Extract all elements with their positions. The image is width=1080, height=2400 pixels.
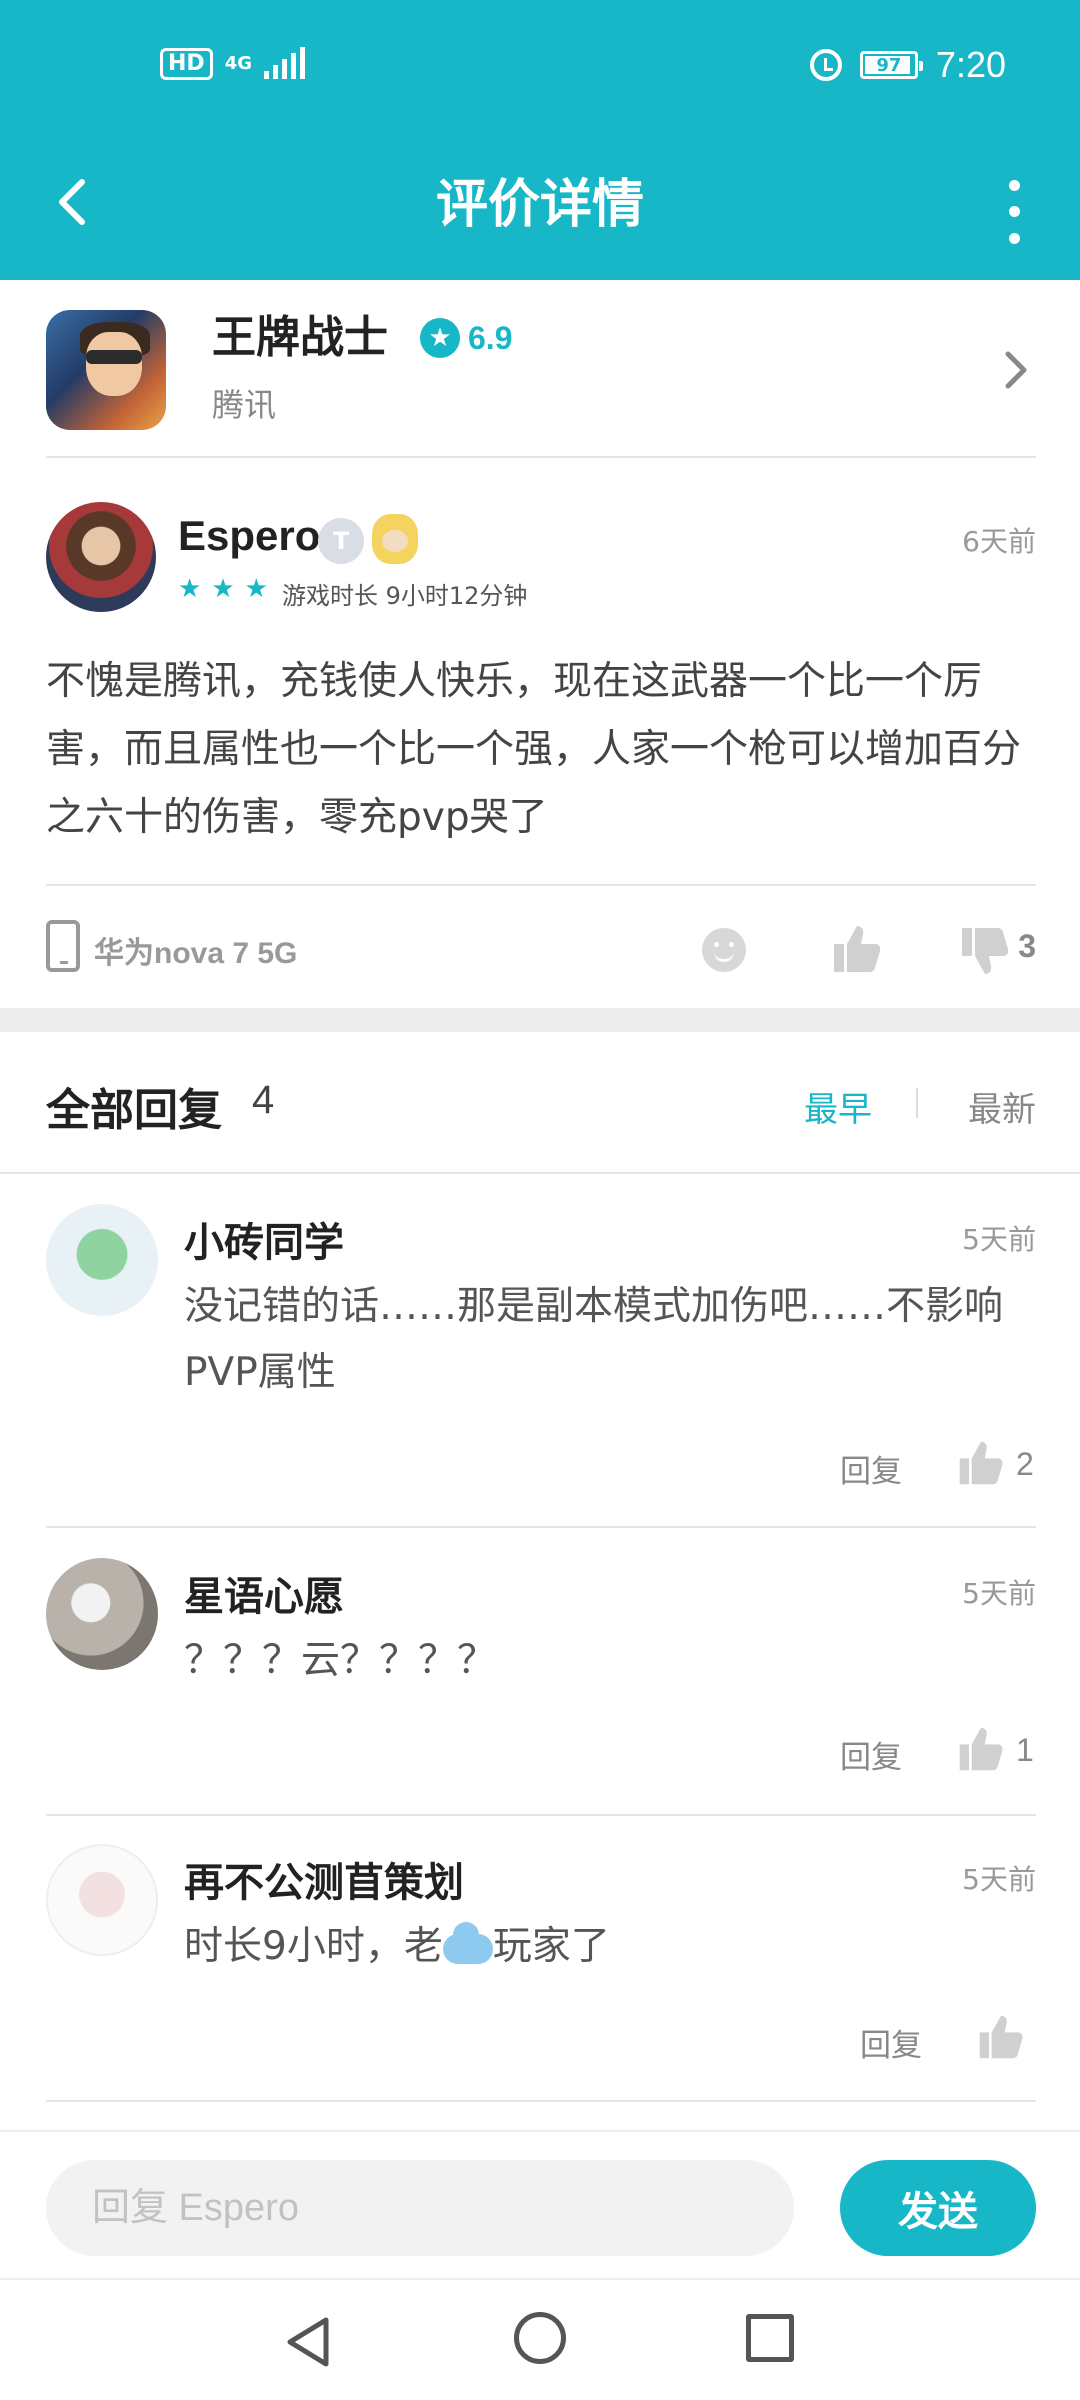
character-badge-icon <box>372 514 418 564</box>
reply-text: 没记错的话……那是副本模式加伤吧……不影响PVP属性 <box>184 1284 1004 1395</box>
device-label: 华为nova 7 5G <box>94 937 298 970</box>
reply-time: 5天前 <box>962 1863 1036 1896</box>
status-time: 7:20 <box>935 44 1006 85</box>
reply-author[interactable]: 再不公测苜策划 <box>184 1850 464 1908</box>
reply-item: 星语心愿 5天前 ？？？云？？？？ 回复 1 <box>46 1528 1036 1816</box>
nav-back-icon[interactable] <box>282 2314 338 2370</box>
hd-badge: HD <box>160 48 213 80</box>
game-card[interactable]: 王牌战士 ★ 6.9 腾讯 <box>46 280 1036 458</box>
status-left: HD 4G <box>160 47 305 80</box>
more-dot-icon <box>1008 233 1020 245</box>
network-label: 4G <box>224 53 252 74</box>
reply-avatar[interactable] <box>46 1204 158 1316</box>
star-icon: ★ <box>244 574 268 604</box>
top-bar: HD 4G 97 7:20 评价详情 <box>0 0 1080 280</box>
game-name: 王牌战士 <box>212 312 388 363</box>
dislike-count: 3 <box>1018 928 1036 964</box>
rating-stars: ★ ★ ★ <box>178 574 268 604</box>
game-publisher: 腾讯 <box>212 386 277 424</box>
divider <box>46 2100 1036 2102</box>
battery-icon: 97 <box>859 51 923 79</box>
replies-title: 全部回复 <box>46 1085 222 1136</box>
score-value: 6.9 <box>468 319 513 356</box>
alarm-icon <box>809 49 842 81</box>
page-title: 评价详情 <box>435 175 644 235</box>
reply-input-bar: 发送 <box>0 2130 1080 2278</box>
thumbs-up-icon[interactable] <box>976 2012 1026 2062</box>
emoji-reaction-button[interactable] <box>702 928 746 972</box>
reply-time: 5天前 <box>962 1223 1036 1256</box>
more-dot-icon <box>1008 206 1020 218</box>
reply-avatar[interactable] <box>46 1558 158 1670</box>
reply-author[interactable]: 小砖同学 <box>184 1210 344 1268</box>
game-icon-goggle <box>86 350 142 364</box>
reply-item: 再不公测苜策划 5天前 时长9小时，老 玩家了 回复 <box>46 1814 1036 2104</box>
playtime: 游戏时长 9小时12分钟 <box>282 582 528 610</box>
reviewer-name[interactable]: Espero <box>178 512 320 560</box>
sort-newest-tab[interactable]: 最新 <box>968 1082 1036 1131</box>
reply-text-part: 玩家了 <box>492 1924 610 1969</box>
reply-input[interactable] <box>46 2160 794 2256</box>
star-icon: ★ <box>420 318 460 358</box>
sort-earliest-tab[interactable]: 最早 <box>804 1082 872 1131</box>
reply-time: 5天前 <box>962 1577 1036 1610</box>
app-header: 评价详情 <box>0 136 1080 280</box>
reply-button[interactable]: 回复 <box>840 1446 902 1491</box>
game-icon <box>46 310 166 430</box>
thumbs-up-icon[interactable] <box>956 1438 1006 1488</box>
status-right: 97 7:20 <box>809 44 1006 86</box>
reply-avatar[interactable] <box>46 1844 158 1956</box>
star-icon: ★ <box>211 574 235 604</box>
reply-button[interactable]: 回复 <box>840 1732 902 1777</box>
reply-like-count: 1 <box>1016 1732 1034 1768</box>
battery-level: 97 <box>876 54 902 76</box>
more-options-button[interactable] <box>984 172 1044 252</box>
thumbs-up-icon[interactable] <box>956 1724 1006 1774</box>
system-nav-bar <box>0 2278 1080 2400</box>
game-icon-face <box>86 332 142 396</box>
reply-button[interactable]: 回复 <box>860 2020 922 2065</box>
review-time: 6天前 <box>962 525 1036 558</box>
level-badge-icon: T <box>318 518 364 564</box>
reply-author[interactable]: 星语心愿 <box>184 1564 344 1622</box>
section-separator <box>0 1008 1080 1032</box>
cloud-emoji-icon <box>442 1921 493 1964</box>
thumbs-up-icon[interactable] <box>830 922 884 976</box>
review-footer: 华为nova 7 5G 3 <box>46 886 1036 1010</box>
replies-header: 全部回复 4 最早 最新 <box>46 1032 1036 1172</box>
nav-home-icon[interactable] <box>514 2312 566 2364</box>
reply-text-part: 时长9小时，老 <box>184 1924 443 1969</box>
reply-item: 小砖同学 5天前 没记错的话……那是副本模式加伤吧……不影响PVP属性 回复 2 <box>46 1174 1036 1528</box>
more-dot-icon <box>1008 179 1020 191</box>
reviewer-avatar[interactable] <box>46 502 156 612</box>
phone-icon <box>46 920 80 972</box>
reply-text: 时长9小时，老 玩家了 <box>184 1914 1036 1980</box>
nav-recent-apps-icon[interactable] <box>746 2314 794 2362</box>
send-button[interactable]: 发送 <box>840 2160 1036 2256</box>
chevron-right-icon <box>1005 351 1027 389</box>
reply-text: ？？？云？？？？ <box>184 1638 497 1683</box>
sort-divider <box>916 1088 918 1118</box>
status-bar: HD 4G 97 7:20 <box>0 0 1080 136</box>
signal-icon <box>264 47 305 79</box>
thumbs-down-icon[interactable] <box>958 924 1012 978</box>
reply-like-count: 2 <box>1016 1446 1034 1482</box>
star-icon: ★ <box>178 574 202 604</box>
replies-count: 4 <box>252 1078 275 1122</box>
game-score: ★ 6.9 <box>420 318 512 358</box>
review-text: 不愧是腾讯，充钱使人快乐，现在这武器一个比一个厉害，而且属性也一个比一个强，人家… <box>46 659 1022 840</box>
